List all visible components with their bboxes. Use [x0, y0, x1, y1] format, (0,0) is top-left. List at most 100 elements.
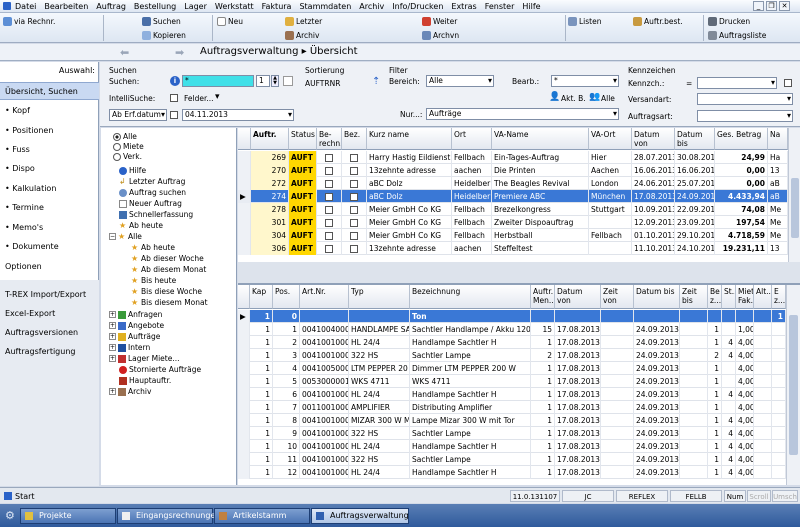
task-auftragsverwaltung[interactable]: Auftragsverwaltung [311, 508, 409, 524]
back-arrow-icon[interactable]: ⬅ [120, 46, 129, 59]
positions-cell[interactable] [680, 440, 708, 453]
positions-cell[interactable]: 10 [273, 440, 300, 453]
positions-cell[interactable]: 1 [708, 453, 722, 466]
positions-cell[interactable] [680, 310, 708, 323]
positions-cell[interactable]: 2 [531, 349, 555, 362]
positions-table-row[interactable]: 1 10 0041001000 HL 24/4 Handlampe Sachtler H… [238, 440, 786, 453]
orders-column-header[interactable]: Auftr. [251, 128, 289, 150]
positions-cell[interactable]: 0041001000 [300, 336, 349, 349]
orders-cell[interactable]: Zweiter Dispoauftrag [492, 216, 589, 229]
positions-cell[interactable] [601, 323, 634, 336]
row-indicator[interactable] [238, 323, 250, 336]
positions-cell[interactable]: 24.09.2013 [634, 427, 680, 440]
row-checkbox[interactable] [342, 151, 367, 164]
positions-cell[interactable]: 1 [250, 427, 273, 440]
positions-cell[interactable] [754, 453, 772, 466]
positions-cell[interactable]: 0041005000 [300, 362, 349, 375]
info-icon[interactable]: i [170, 76, 180, 86]
orders-cell[interactable]: 301 [251, 216, 289, 229]
positions-cell[interactable]: HL 24/4 [349, 336, 410, 349]
positions-cell[interactable] [680, 414, 708, 427]
erf-datum-checkbox[interactable] [170, 111, 178, 119]
positions-cell[interactable]: 1 [250, 466, 273, 479]
row-checkbox[interactable] [317, 190, 342, 203]
orders-cell[interactable]: aBC Dolz [367, 190, 452, 203]
sidebar-item-auftragsfertigung[interactable]: Auftragsfertigung [0, 343, 99, 361]
orders-cell[interactable]: AUFT [289, 203, 317, 216]
positions-cell[interactable]: Dimmer LTM PEPPER 200 W [410, 362, 531, 375]
orders-cell[interactable]: 4.433,94 [715, 190, 768, 203]
positions-cell[interactable]: 1 [708, 466, 722, 479]
positions-cell[interactable]: 1 [531, 453, 555, 466]
orders-cell[interactable]: AUFT [289, 151, 317, 164]
positions-cell[interactable] [736, 310, 754, 323]
expand-icon[interactable]: + [109, 311, 116, 318]
positions-cell[interactable]: 2 [708, 349, 722, 362]
positions-cell[interactable] [772, 349, 786, 362]
positions-cell[interactable]: Ton [410, 310, 531, 323]
task-projekte[interactable]: Projekte [20, 508, 116, 524]
checkbox-icon[interactable] [350, 167, 358, 175]
kennzch-checkbox[interactable] [784, 79, 792, 87]
weiter-button[interactable]: Weiter [422, 15, 457, 27]
positions-column-header[interactable]: Art.Nr. [300, 285, 349, 309]
positions-cell[interactable]: 4,00 [736, 375, 754, 388]
positions-cell[interactable] [754, 440, 772, 453]
orders-cell[interactable]: aB [768, 190, 788, 203]
positions-cell[interactable] [754, 336, 772, 349]
orders-column-header[interactable]: Status [289, 128, 317, 150]
orders-cell[interactable]: 272 [251, 177, 289, 190]
orders-cell[interactable]: Heidelber [452, 190, 492, 203]
positions-cell[interactable]: 0041001000 [300, 388, 349, 401]
auftr-best-button[interactable]: Auftr.best. [633, 15, 683, 27]
drucken-button[interactable]: Drucken [708, 15, 750, 27]
positions-cell[interactable] [680, 336, 708, 349]
orders-table-row[interactable]: 304 AUFT Meier GmbH Co KG Fellbach Herbstbal… [238, 229, 788, 242]
row-checkbox[interactable] [317, 151, 342, 164]
suchen-button[interactable]: Suchen [142, 15, 181, 27]
positions-cell[interactable]: 17.08.2013 [555, 388, 601, 401]
positions-cell[interactable] [772, 375, 786, 388]
radio-miete[interactable]: Miete [113, 142, 144, 151]
row-pointer-icon[interactable]: ▶ [238, 310, 250, 323]
orders-cell[interactable]: 13zehnte adresse [367, 242, 452, 255]
positions-cell[interactable] [601, 453, 634, 466]
tree-item-schnellerfassung[interactable]: Schnellerfassung [119, 210, 193, 219]
positions-cell[interactable]: 4,00 [736, 414, 754, 427]
positions-cell[interactable]: 0011001000 [300, 401, 349, 414]
scrollbar-thumb[interactable] [789, 315, 798, 455]
positions-cell[interactable]: 17.08.2013 [555, 349, 601, 362]
orders-cell[interactable] [589, 216, 632, 229]
intellisuche-checkbox[interactable] [170, 94, 178, 102]
tree-item-auftraege[interactable]: + Aufträge [109, 332, 160, 341]
positions-cell[interactable]: 4 [722, 388, 736, 401]
positions-cell[interactable]: 17.08.2013 [555, 375, 601, 388]
menu-archiv[interactable]: Archiv [355, 2, 388, 11]
positions-cell[interactable]: 4 [722, 414, 736, 427]
auftragsliste-button[interactable]: Auftragsliste [708, 29, 766, 41]
orders-cell[interactable]: Stuttgart [589, 203, 632, 216]
tree-item-alle[interactable]: − ★ Alle [109, 232, 142, 241]
tree-item-angebote[interactable]: + Angebote [109, 321, 164, 330]
positions-cell[interactable] [601, 440, 634, 453]
orders-cell[interactable]: Fellbach [452, 151, 492, 164]
row-indicator[interactable] [238, 216, 251, 229]
sidebar-item-trex[interactable]: T-REX Import/Export [0, 286, 99, 304]
checkbox-icon[interactable] [325, 154, 333, 162]
nur-select[interactable]: Aufträge [426, 108, 619, 120]
orders-cell[interactable]: 30.08.2013 [675, 151, 715, 164]
tree-item-letzter-auftrag[interactable]: ↲ Letzter Auftrag [119, 177, 185, 186]
row-checkbox[interactable] [317, 177, 342, 190]
orders-cell[interactable]: AUFT [289, 216, 317, 229]
orders-cell[interactable]: aB [768, 177, 788, 190]
orders-column-header[interactable]: Na [768, 128, 788, 150]
positions-cell[interactable]: Sachtler Lampe [410, 427, 531, 440]
positions-cell[interactable]: 1 [250, 349, 273, 362]
sidebar-item-dokumente[interactable]: • Dokumente [0, 238, 99, 256]
positions-cell[interactable]: 1 [708, 336, 722, 349]
positions-cell[interactable]: 4,00 [736, 349, 754, 362]
orders-cell[interactable]: aachen [452, 242, 492, 255]
radio-alle[interactable]: Alle [113, 132, 137, 141]
row-indicator[interactable] [238, 466, 250, 479]
positions-cell[interactable]: 1 [250, 310, 273, 323]
